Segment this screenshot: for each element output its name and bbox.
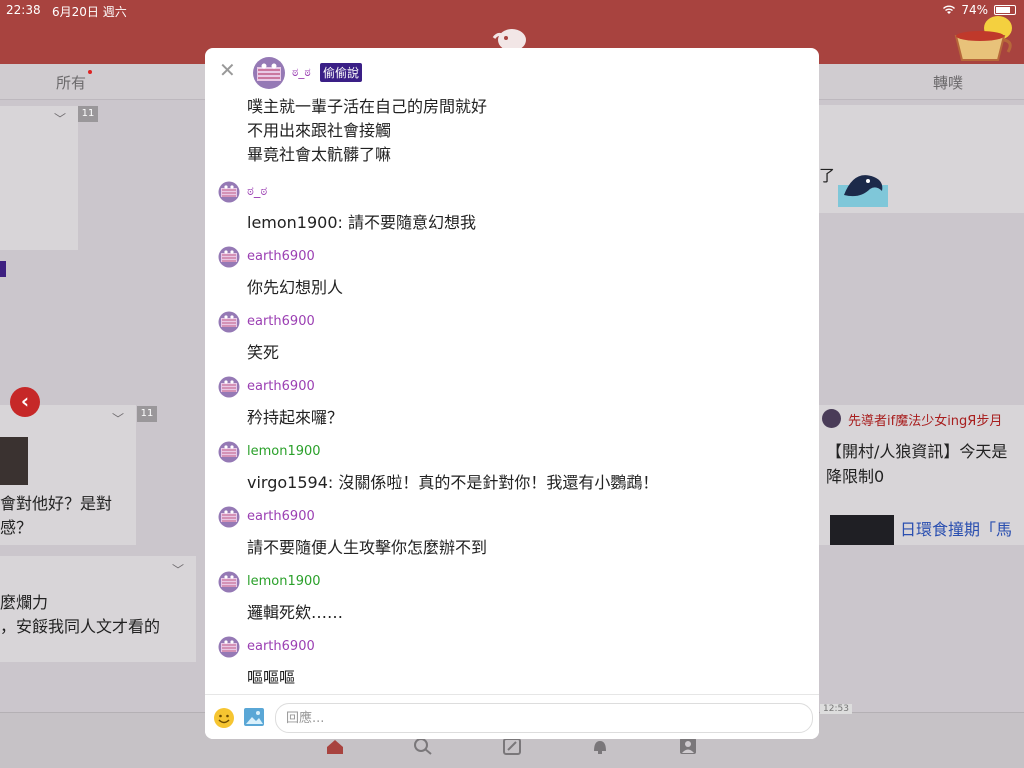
op-line: 噗主就一輩子活在自己的房間就好 [247,97,488,116]
previous-arrow-button[interactable]: ‹ [10,387,40,417]
post-text: 降限制0 [826,467,885,486]
response-count-badge: 11 [137,406,157,422]
response-count-badge: 11 [78,106,98,122]
avatar[interactable] [252,56,286,90]
bell-icon[interactable] [590,737,610,755]
avatar[interactable] [218,311,240,333]
response-text: virgo1594: 沒關係啦！真的不是針對你！我還有小鸚鵡！ [247,473,659,492]
post-text: 麼爛力 [0,593,49,612]
search-icon[interactable] [413,737,433,755]
post-text: 了 [819,166,836,185]
unread-dot [88,70,93,74]
post-thumbnail[interactable] [830,515,894,545]
reply-composer [205,694,819,739]
teacup-mascot-icon [954,16,1012,61]
avatar[interactable] [218,441,240,463]
response-username[interactable]: ಠ_ಠ [247,184,267,199]
poster-name[interactable]: 先導者if魔法少女ingЯ步月 [848,410,1002,429]
status-date: 6月20日 週六 [52,5,127,19]
avatar[interactable] [822,409,841,428]
avatar[interactable] [218,636,240,658]
chevron-down-icon[interactable]: ﹀ [112,410,124,427]
avatar[interactable] [218,376,240,398]
post-text: 會對他好？是對 [0,494,113,513]
home-icon[interactable] [325,737,345,755]
compose-icon[interactable] [502,737,522,755]
response-username[interactable]: earth6900 [247,314,315,329]
op-line: 畢竟社會太骯髒了嘛 [247,145,392,164]
response-text: 嘔嘔嘔 [247,668,296,687]
response-text: 邏輯死欸…… [247,603,344,622]
chevron-down-icon[interactable]: ﹀ [172,561,184,578]
tab-all[interactable]: 所有 [56,70,93,93]
response-username[interactable]: lemon1900 [247,574,321,589]
response-username[interactable]: earth6900 [247,639,315,654]
reply-input[interactable] [275,703,813,733]
response-text: lemon1900: 請不要隨意幻想我 [247,213,477,232]
plurk-response-modal: ✕ ಠ_ಠ 偷偷說 噗主就一輩子活在自己的房間就好 不用出來跟社會接觸 畢竟社會… [205,48,819,739]
whisper-tag-fragment [0,261,6,277]
post-text: 感？ [0,518,33,537]
response-username[interactable]: earth6900 [247,509,315,524]
tab-replurk[interactable]: 轉噗 [933,72,963,93]
status-bar: 22:38 6月20日 週六 74% [0,0,1024,20]
response-username[interactable]: earth6900 [247,249,315,264]
whisper-badge: 偷偷說 [320,63,363,82]
avatar[interactable] [218,181,240,203]
post-link[interactable]: 日環食撞期「馬 [900,516,1012,540]
response-text: 笑死 [247,343,280,362]
timeline-card[interactable] [0,106,78,250]
response-username[interactable]: earth6900 [247,379,315,394]
response-text: 你先幻想別人 [247,278,344,297]
bird-emoticon-icon [838,175,888,207]
response-text: 矜持起來囉？ [247,408,344,427]
image-upload-icon[interactable] [243,707,265,727]
close-icon[interactable]: ✕ [219,60,236,80]
post-timestamp: 12:53 [820,704,852,714]
response-username[interactable]: lemon1900 [247,444,321,459]
status-time: 22:38 [6,3,41,17]
avatar[interactable] [218,246,240,268]
op-line: 不用出來跟社會接觸 [247,121,392,140]
op-username[interactable]: ಠ_ಠ [292,65,311,80]
profile-icon[interactable] [678,737,698,755]
op-content: 噗主就一輩子活在自己的房間就好 不用出來跟社會接觸 畢竟社會太骯髒了嘛 [247,95,487,167]
post-thumbnail[interactable] [0,437,28,485]
emoticon-icon[interactable] [213,707,235,729]
post-text: 【開村/人狼資訊】今天是 [826,442,1008,461]
post-text: ，安餒我同人文才看的 [0,617,161,636]
avatar[interactable] [218,571,240,593]
avatar[interactable] [218,506,240,528]
response-text: 請不要隨便人生攻擊你怎麼辦不到 [247,538,488,557]
chevron-down-icon[interactable]: ﹀ [54,110,66,127]
